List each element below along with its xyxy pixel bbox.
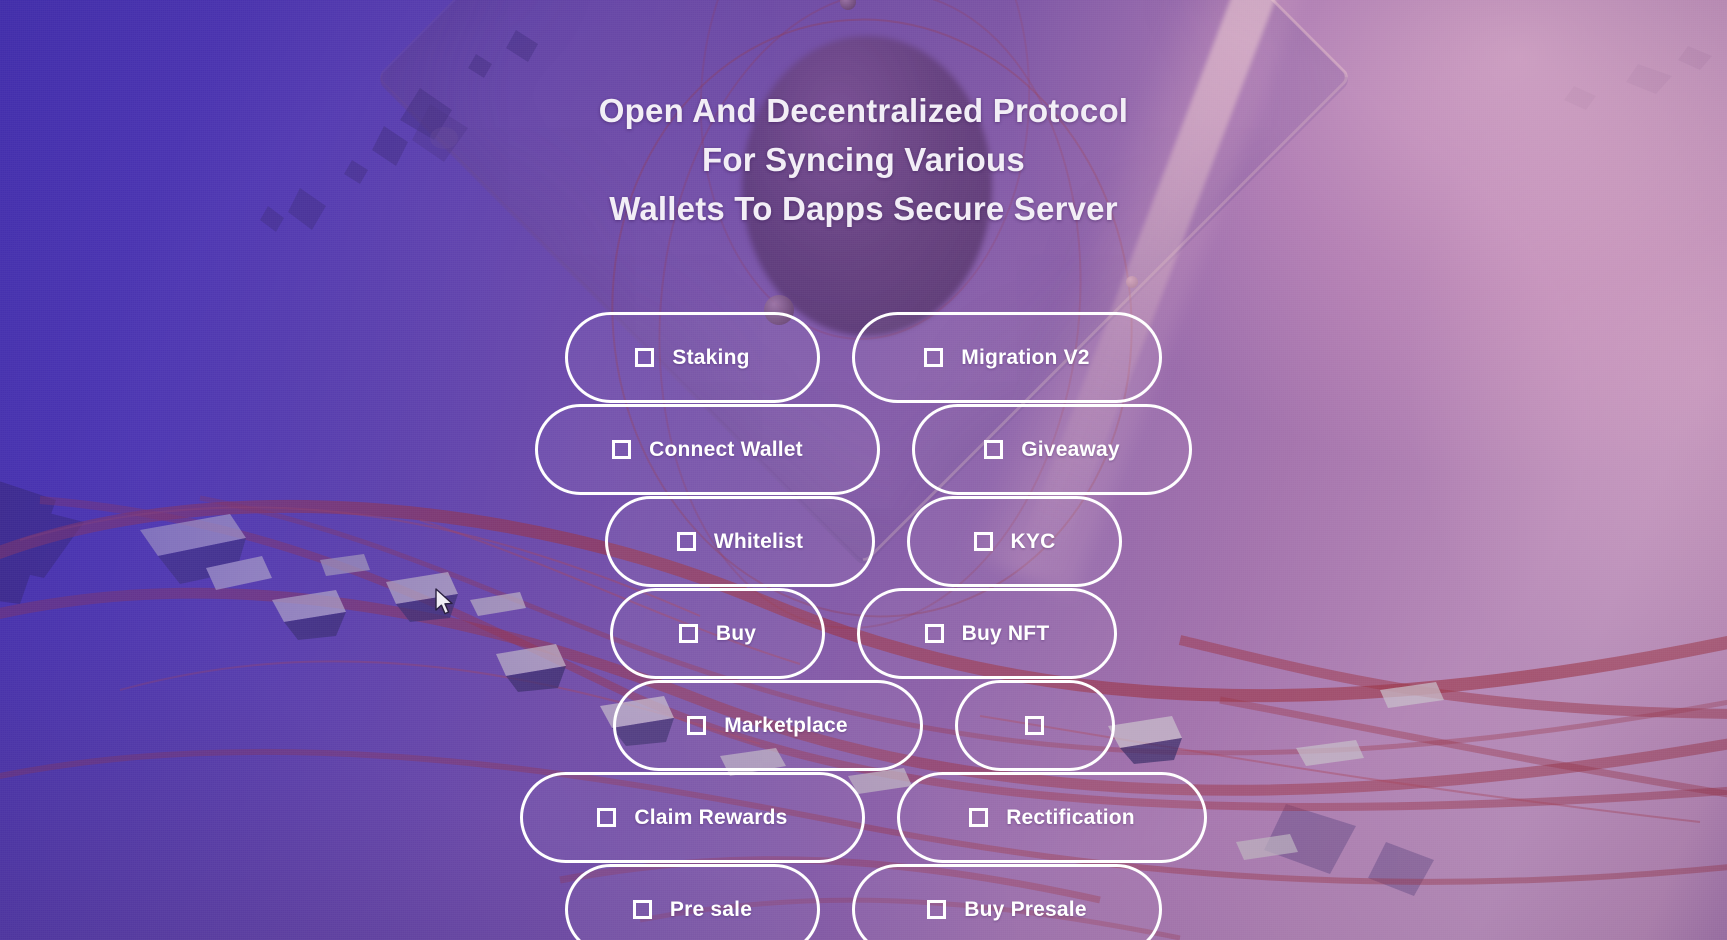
- square-outline-icon: [597, 808, 617, 827]
- square-outline-icon: [973, 532, 993, 551]
- action-pill-label: Claim Rewards: [634, 805, 788, 829]
- action-pill-marketplace[interactable]: Marketplace: [612, 680, 923, 771]
- square-outline-icon: [924, 348, 944, 367]
- square-outline-icon: [927, 900, 947, 919]
- page-content: Open And Decentralized Protocol For Sync…: [0, 0, 1727, 940]
- action-pill-label: KYC: [1010, 529, 1056, 553]
- page-root: Open And Decentralized Protocol For Sync…: [0, 0, 1727, 940]
- action-pill-label: Buy Presale: [964, 897, 1087, 921]
- page-title-line-1: Open And Decentralized Protocol: [598, 92, 1129, 129]
- page-title-line-3: Wallets To Dapps Secure Server: [609, 190, 1118, 227]
- action-pill-label: Marketplace: [724, 713, 848, 737]
- action-pill-label: Buy: [715, 621, 757, 645]
- page-title-line-2: For Syncing Various: [702, 141, 1025, 178]
- square-outline-icon: [984, 440, 1004, 459]
- page-title: Open And Decentralized Protocol For Sync…: [0, 86, 1727, 233]
- action-pill-claim-rewards[interactable]: Claim Rewards: [520, 772, 865, 863]
- action-pill-whitelist[interactable]: Whitelist: [605, 496, 875, 587]
- square-outline-icon: [678, 624, 698, 643]
- action-pill-label: Pre sale: [669, 897, 753, 921]
- square-outline-icon: [687, 716, 707, 735]
- action-pill-row: Marketplace: [0, 680, 1727, 771]
- square-outline-icon: [924, 624, 944, 643]
- action-pill-row: Connect Wallet Giveaway: [0, 404, 1727, 495]
- action-pill-label: Staking: [672, 345, 750, 369]
- square-outline-icon: [632, 900, 652, 919]
- action-pill-kyc[interactable]: KYC: [907, 496, 1122, 587]
- action-pill-pre-sale[interactable]: Pre sale: [565, 864, 820, 940]
- action-pill-grid: Staking Migration V2 Connect Wallet Giveawa…: [0, 312, 1727, 940]
- action-pill-row: Pre sale Buy Presale: [0, 864, 1727, 940]
- action-pill-connect-wallet[interactable]: Connect Wallet: [535, 404, 880, 495]
- action-pill-row: Staking Migration V2: [0, 312, 1727, 403]
- action-pill-label: Connect Wallet: [649, 437, 803, 461]
- action-pill-unlabeled[interactable]: [954, 680, 1115, 771]
- action-pill-label: Buy NFT: [961, 621, 1050, 645]
- action-pill-buy-nft[interactable]: Buy NFT: [857, 588, 1117, 679]
- action-pill-giveaway[interactable]: Giveaway: [912, 404, 1192, 495]
- action-pill-migration-v2[interactable]: Migration V2: [852, 312, 1162, 403]
- action-pill-label: Rectification: [1006, 805, 1135, 829]
- square-outline-icon: [612, 440, 632, 459]
- action-pill-row: Claim Rewards Rectification: [0, 772, 1727, 863]
- action-pill-row: Buy Buy NFT: [0, 588, 1727, 679]
- action-pill-label: Giveaway: [1021, 437, 1120, 461]
- square-outline-icon: [1025, 716, 1044, 735]
- action-pill-row: Whitelist KYC: [0, 496, 1727, 587]
- action-pill-label: Whitelist: [713, 529, 804, 553]
- action-pill-staking[interactable]: Staking: [565, 312, 820, 403]
- square-outline-icon: [676, 532, 696, 551]
- action-pill-buy-presale[interactable]: Buy Presale: [852, 864, 1162, 940]
- square-outline-icon: [969, 808, 989, 827]
- square-outline-icon: [635, 348, 655, 367]
- action-pill-buy[interactable]: Buy: [610, 588, 825, 679]
- action-pill-label: Migration V2: [961, 345, 1090, 369]
- action-pill-rectification[interactable]: Rectification: [897, 772, 1207, 863]
